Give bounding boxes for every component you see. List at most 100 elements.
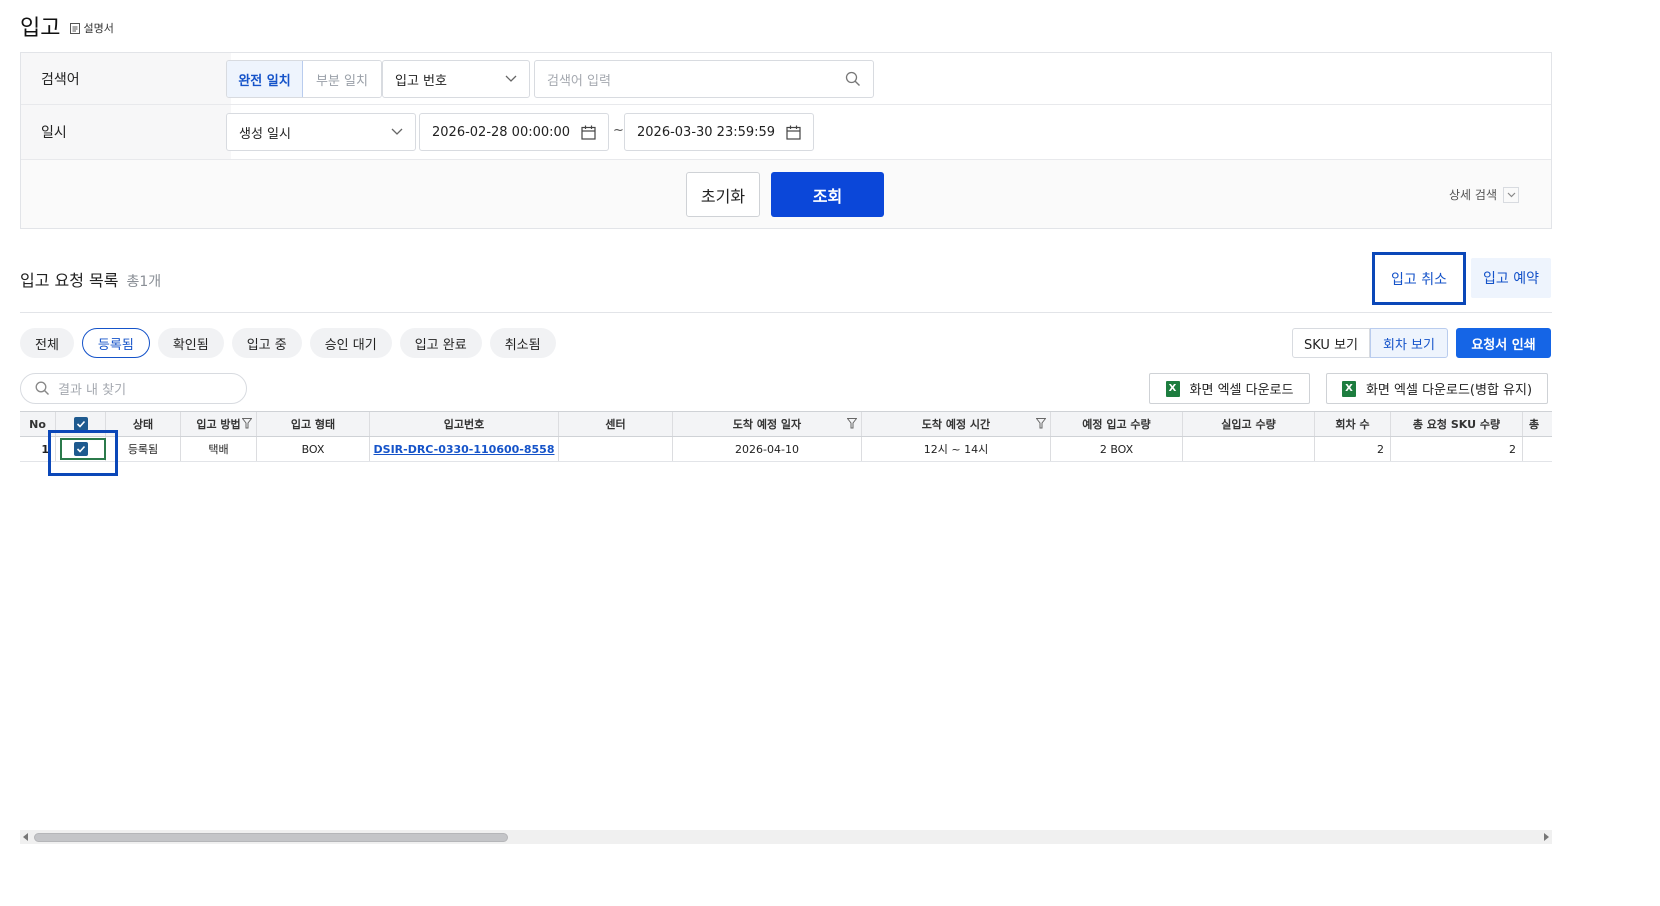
excel-download-label: 화면 엑셀 다운로드 — [1189, 383, 1294, 398]
date-from-value: 2026-02-28 00:00:00 — [432, 124, 571, 140]
column-header-rounds[interactable]: 회차 수 — [1315, 412, 1391, 436]
tab-awaiting-approval[interactable]: 승인 대기 — [309, 328, 392, 358]
match-mode-toggle: 완전 일치 부분 일치 — [226, 60, 382, 98]
column-header-arrival-date[interactable]: 도착 예정 일자 — [673, 412, 862, 436]
column-header-center[interactable]: 센터 — [559, 412, 673, 436]
reserve-inbound-button[interactable]: 입고 예약 — [1471, 258, 1551, 298]
cell-rounds: 2 — [1315, 437, 1391, 461]
cell-arrival-date: 2026-04-10 — [673, 437, 862, 461]
column-header-type[interactable]: 입고 형태 — [257, 412, 370, 436]
tab-cancelled[interactable]: 취소됨 — [489, 328, 556, 358]
calendar-icon[interactable] — [786, 125, 801, 140]
date-to-input[interactable]: 2026-03-30 23:59:59 — [624, 113, 814, 151]
date-to-value: 2026-03-30 23:59:59 — [637, 124, 776, 140]
horizontal-scrollbar[interactable] — [20, 830, 1552, 844]
date-row: 일시 생성 일시 2026-02-28 00:00:00 ~ 2026-03-3… — [21, 105, 1551, 160]
round-view-button[interactable]: 회차 보기 — [1370, 328, 1448, 358]
inbound-number-link[interactable]: DSIR-DRC-0330-110600-8558 — [374, 443, 555, 456]
cell-arrival-time: 12시 ~ 14시 — [862, 437, 1051, 461]
cell-truncated — [1523, 437, 1552, 461]
scroll-left-icon[interactable] — [23, 833, 28, 841]
check-icon — [73, 417, 88, 431]
search-panel: 검색어 완전 일치 부분 일치 입고 번호 검색어 입력 일시 생성 일시 20… — [20, 52, 1552, 229]
excel-icon: X — [1165, 380, 1180, 397]
date-range-separator: ~ — [613, 123, 624, 138]
advanced-search-label: 상세 검색 — [1449, 188, 1497, 202]
query-button[interactable]: 조회 — [771, 172, 884, 217]
advanced-search-toggle[interactable]: 상세 검색 — [1449, 186, 1519, 203]
keyword-input[interactable]: 검색어 입력 — [534, 60, 874, 98]
excel-download-merged-label: 화면 엑셀 다운로드(병합 유지) — [1365, 383, 1533, 398]
column-header-total-truncated[interactable]: 총 — [1523, 412, 1552, 436]
column-header-method-label: 입고 방법 — [196, 418, 241, 431]
filter-icon[interactable] — [847, 418, 857, 429]
column-header-number[interactable]: 입고번호 — [370, 412, 559, 436]
date-label: 일시 — [21, 105, 231, 159]
partial-match-button[interactable]: 부분 일치 — [303, 61, 381, 97]
filter-icon[interactable] — [242, 418, 252, 429]
status-tabs: 전체 등록됨 확인됨 입고 중 승인 대기 입고 완료 취소됨 — [20, 328, 556, 358]
column-header-planned-qty[interactable]: 예정 입고 수량 — [1051, 412, 1183, 436]
list-count: 총1개 — [126, 274, 162, 290]
date-type-value: 생성 일시 — [239, 126, 291, 142]
chevron-down-icon — [505, 75, 517, 82]
cell-method: 택배 — [181, 437, 257, 461]
filter-icon[interactable] — [1036, 418, 1046, 429]
column-header-arrival-time[interactable]: 도착 예정 시간 — [862, 412, 1051, 436]
section-divider — [20, 312, 1552, 313]
column-header-arrival-time-label: 도착 예정 시간 — [921, 418, 991, 431]
scroll-right-icon[interactable] — [1544, 833, 1549, 841]
list-header: 입고 요청 목록 총1개 — [20, 267, 161, 291]
cell-actual-qty — [1183, 437, 1315, 461]
list-title: 입고 요청 목록 — [20, 271, 119, 290]
tab-completed[interactable]: 입고 완료 — [399, 328, 482, 358]
search-field-select[interactable]: 입고 번호 — [382, 60, 530, 98]
tab-confirmed[interactable]: 확인됨 — [157, 328, 224, 358]
column-header-total-sku[interactable]: 총 요청 SKU 수량 — [1391, 412, 1523, 436]
exact-match-button[interactable]: 완전 일치 — [227, 61, 303, 97]
chevron-down-icon — [1503, 186, 1519, 203]
excel-download-button[interactable]: X 화면 엑셀 다운로드 — [1149, 373, 1310, 404]
page-title: 입고 — [20, 16, 61, 41]
checkbox-focus-ring — [60, 438, 106, 460]
action-row: 초기화 조회 상세 검색 — [21, 160, 1551, 228]
cancel-inbound-button[interactable]: 입고 취소 — [1372, 252, 1466, 305]
keyword-input-placeholder: 검색어 입력 — [547, 73, 611, 89]
document-icon — [70, 22, 81, 34]
cell-planned-qty: 2 BOX — [1051, 437, 1183, 461]
search-field-value: 입고 번호 — [395, 73, 447, 89]
manual-link[interactable]: 설명서 — [70, 20, 114, 36]
inbound-grid: No 상태 입고 방법 입고 형태 입고번호 센터 도착 예정 일자 도착 예정… — [20, 411, 1552, 462]
reset-button[interactable]: 초기화 — [686, 172, 760, 217]
view-toggle-group: SKU 보기 회차 보기 요청서 인쇄 — [1292, 328, 1551, 358]
page-header: 입고 설명서 — [20, 10, 114, 42]
column-header-method[interactable]: 입고 방법 — [181, 412, 257, 436]
cell-number: DSIR-DRC-0330-110600-8558 — [370, 437, 559, 461]
print-request-button[interactable]: 요청서 인쇄 — [1456, 328, 1551, 358]
keyword-label: 검색어 — [21, 53, 231, 104]
grid-header-row: No 상태 입고 방법 입고 형태 입고번호 센터 도착 예정 일자 도착 예정… — [20, 412, 1552, 437]
cell-type: BOX — [257, 437, 370, 461]
tab-receiving[interactable]: 입고 중 — [231, 328, 302, 358]
excel-download-merged-button[interactable]: X 화면 엑셀 다운로드(병합 유지) — [1326, 373, 1548, 404]
cell-center — [559, 437, 673, 461]
search-icon[interactable] — [845, 71, 861, 87]
column-header-arrival-date-label: 도착 예정 일자 — [732, 418, 802, 431]
table-row[interactable]: 1 등록됨 택배 BOX DSIR-DRC-0330-110600-8558 2… — [20, 437, 1552, 462]
scrollbar-thumb[interactable] — [34, 833, 508, 842]
keyword-row: 검색어 완전 일치 부분 일치 입고 번호 검색어 입력 — [21, 53, 1551, 105]
cell-total-sku: 2 — [1391, 437, 1523, 461]
tab-registered[interactable]: 등록됨 — [81, 328, 150, 358]
date-from-input[interactable]: 2026-02-28 00:00:00 — [419, 113, 609, 151]
chevron-down-icon — [391, 128, 403, 135]
result-search-input[interactable]: 결과 내 찾기 — [20, 373, 247, 404]
tab-all[interactable]: 전체 — [20, 328, 74, 358]
excel-icon: X — [1341, 380, 1356, 397]
manual-link-label: 설명서 — [83, 22, 114, 35]
column-header-actual-qty[interactable]: 실입고 수량 — [1183, 412, 1315, 436]
calendar-icon[interactable] — [581, 125, 596, 140]
sku-view-button[interactable]: SKU 보기 — [1292, 328, 1370, 358]
search-icon — [35, 381, 49, 395]
result-search-placeholder: 결과 내 찾기 — [58, 383, 127, 398]
date-type-select[interactable]: 생성 일시 — [226, 113, 416, 151]
